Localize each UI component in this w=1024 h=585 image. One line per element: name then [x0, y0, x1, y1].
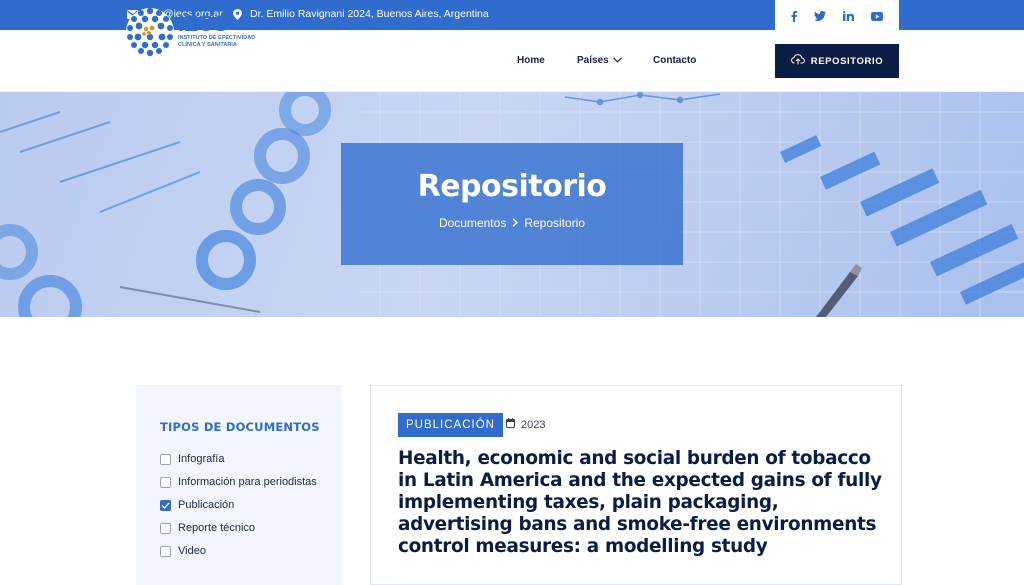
- document-year-text: 2023: [521, 418, 546, 431]
- calendar-icon: [506, 418, 515, 431]
- filter-label: Publicación: [178, 499, 235, 511]
- nav-paises[interactable]: Países: [577, 55, 622, 66]
- checkbox-checked[interactable]: [160, 499, 171, 511]
- hero-title-box: Repositorio Documentos Repositorio: [341, 143, 683, 265]
- document-year: 2023: [506, 418, 545, 431]
- chevron-down-icon: [612, 55, 622, 66]
- logo-text[interactable]: IECS INSTITUTO DE EFECTIVIDAD CLÍNICA Y …: [178, 13, 268, 48]
- filter-heading: TIPOS DE DOCUMENTOS: [160, 420, 320, 434]
- logo-subtitle-2: CLÍNICA Y SANITARIA: [178, 41, 237, 48]
- youtube-icon[interactable]: [870, 11, 883, 21]
- page-title: Repositorio: [417, 169, 607, 204]
- cloud-upload-icon: [790, 54, 805, 68]
- filter-publicacion[interactable]: Publicación: [160, 499, 234, 511]
- checkbox[interactable]: [160, 476, 171, 488]
- filter-sidebar: TIPOS DE DOCUMENTOS Infografía Informaci…: [136, 385, 342, 585]
- nav-home[interactable]: Home: [517, 55, 545, 66]
- filter-label: Reporte técnico: [178, 522, 256, 534]
- breadcrumb: Documentos Repositorio: [341, 216, 683, 230]
- logo-name: IECS: [178, 11, 228, 36]
- linkedin-icon[interactable]: [842, 11, 854, 21]
- filter-label: Infografía: [178, 453, 225, 465]
- filter-label: Video: [178, 545, 206, 557]
- nav-contacto[interactable]: Contacto: [653, 55, 696, 66]
- logo-globe-icon: [126, 7, 174, 57]
- document-card: PUBLICACIÓN 2023 Health, economic and so…: [370, 385, 902, 585]
- social-links: [775, 0, 899, 32]
- checkbox[interactable]: [160, 545, 171, 557]
- checkbox[interactable]: [160, 522, 171, 534]
- filter-reporte-tecnico[interactable]: Reporte técnico: [160, 522, 255, 534]
- repositorio-button[interactable]: REPOSITORIO: [775, 44, 899, 78]
- twitter-icon[interactable]: [814, 11, 827, 21]
- nav-home-label: Home: [517, 55, 545, 66]
- filter-informacion-periodistas[interactable]: Información para periodistas: [160, 476, 317, 488]
- logo-subtitle-1: INSTITUTO DE EFECTIVIDAD: [178, 35, 256, 41]
- facebook-icon[interactable]: [791, 10, 798, 22]
- contact-address-text: Dr. Emilio Ravignani 2024, Buenos Aires,…: [250, 8, 489, 20]
- breadcrumb-repositorio: Repositorio: [524, 216, 586, 230]
- filter-label: Información para periodistas: [178, 476, 317, 488]
- document-type-badge: PUBLICACIÓN: [398, 413, 503, 437]
- document-title[interactable]: Health, economic and social burden of to…: [398, 448, 888, 558]
- repositorio-button-label: REPOSITORIO: [810, 55, 884, 67]
- nav-contacto-label: Contacto: [653, 55, 697, 66]
- chevron-right-icon: [512, 216, 519, 230]
- filter-infografia[interactable]: Infografía: [160, 453, 224, 465]
- filter-video[interactable]: Video: [160, 545, 206, 557]
- hero-banner: Repositorio Documentos Repositorio: [0, 92, 1024, 317]
- checkmark-icon: [161, 501, 170, 509]
- breadcrumb-documentos[interactable]: Documentos: [439, 216, 506, 230]
- nav-paises-label: Países: [577, 55, 609, 66]
- checkbox[interactable]: [160, 453, 171, 465]
